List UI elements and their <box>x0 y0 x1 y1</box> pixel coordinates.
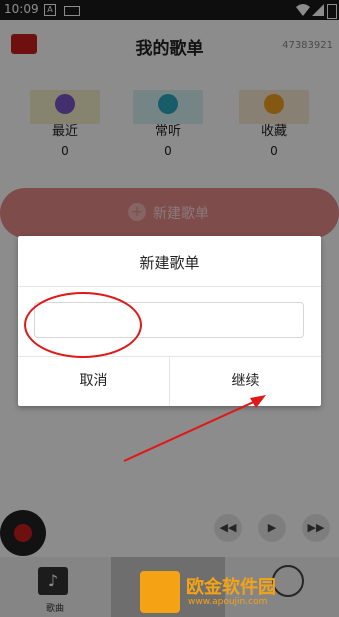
continue-button[interactable]: 继续 <box>170 357 321 406</box>
cancel-button[interactable]: 取消 <box>18 357 169 406</box>
watermark: 欧金软件园 www.apoujin.com <box>136 571 336 613</box>
divider <box>18 286 321 287</box>
annotation-circle <box>24 292 142 358</box>
watermark-url: www.apoujin.com <box>188 597 268 607</box>
dialog-title: 新建歌单 <box>139 254 200 272</box>
watermark-text: 欧金软件园 <box>186 577 276 598</box>
watermark-logo <box>140 571 180 613</box>
